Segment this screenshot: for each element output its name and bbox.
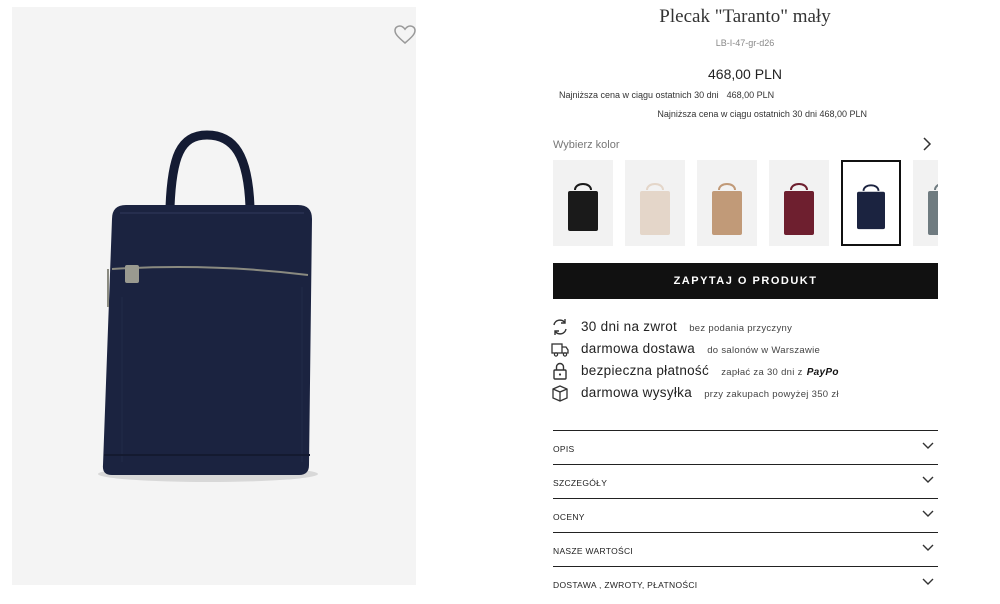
color-swatch-beige[interactable] bbox=[625, 160, 685, 246]
swatch-bag-black bbox=[568, 183, 598, 231]
accordion-ratings[interactable]: OCENY bbox=[553, 498, 938, 533]
accordion-values[interactable]: NASZE WARTOŚCI bbox=[553, 532, 938, 567]
swatch-bag-navy bbox=[857, 184, 885, 230]
accordion-details-label: SZCZEGÓŁY bbox=[553, 478, 608, 488]
box-icon bbox=[552, 385, 568, 402]
feature-returns-title: 30 dni na zwrot bbox=[581, 319, 678, 334]
accordion-ratings-label: OCENY bbox=[553, 512, 585, 522]
feature-payment-title: bezpieczna płatność bbox=[581, 363, 710, 378]
feature-payment: bezpieczna płatność zapłać za 30 dni z P… bbox=[551, 362, 941, 382]
backpack-image bbox=[98, 130, 318, 482]
return-icon bbox=[553, 319, 567, 335]
color-swatch-navy[interactable] bbox=[841, 160, 901, 246]
color-swatch-caramel[interactable] bbox=[697, 160, 757, 246]
feature-delivery-title: darmowa dostawa bbox=[581, 341, 696, 356]
swatch-bag-beige bbox=[640, 183, 670, 235]
feature-returns: 30 dni na zwrot bez podania przyczyny bbox=[551, 318, 941, 338]
accordion-description-label: OPIS bbox=[553, 444, 575, 454]
lowest-price-text: Najniższa cena w ciągu ostatnich 30 dni … bbox=[657, 109, 867, 119]
ask-about-product-button[interactable]: ZAPYTAJ O PRODUKT bbox=[553, 263, 938, 299]
swatch-bag-burgundy bbox=[784, 183, 814, 235]
lock-icon bbox=[553, 362, 567, 380]
color-swatch-grey[interactable] bbox=[913, 160, 938, 246]
swatch-bag-grey bbox=[928, 184, 938, 235]
lowest-price-note-secondary: Najniższa cena w ciągu ostatnich 30 dni … bbox=[552, 109, 938, 119]
feature-shipping: darmowa wysyłka przy zakupach powyżej 35… bbox=[551, 384, 941, 404]
product-sku: LB-I-47-gr-d26 bbox=[715, 38, 775, 48]
accordion-values-label: NASZE WARTOŚCI bbox=[553, 546, 634, 556]
color-swatch-burgundy[interactable] bbox=[769, 160, 829, 246]
lowest-price-value: 468,00 PLN bbox=[726, 90, 775, 100]
lowest-price-note: Najniższa cena w ciągu ostatnich 30 dni 4… bbox=[559, 90, 774, 100]
accordion-description[interactable]: OPIS bbox=[553, 430, 938, 465]
chevron-right-icon[interactable] bbox=[920, 136, 934, 152]
feature-delivery-sub: do salonów w Warszawie bbox=[707, 345, 821, 356]
feature-delivery: darmowa dostawa do salonów w Warszawie bbox=[551, 340, 941, 360]
accordion-details[interactable]: SZCZEGÓŁY bbox=[553, 464, 938, 499]
feature-payment-sub: zapłać za 30 dni z bbox=[721, 367, 803, 378]
product-price: 468,00 PLN bbox=[708, 66, 782, 82]
feature-shipping-title: darmowa wysyłka bbox=[581, 385, 693, 400]
heart-icon[interactable] bbox=[394, 25, 416, 45]
chevron-down-icon bbox=[922, 442, 934, 449]
chevron-down-icon bbox=[922, 578, 934, 585]
feature-shipping-sub: przy zakupach powyżej 350 zł bbox=[704, 389, 839, 400]
feature-returns-sub: bez podania przyczyny bbox=[689, 323, 793, 334]
product-image[interactable] bbox=[12, 7, 416, 585]
product-title: Plecak "Taranto" mały bbox=[659, 6, 831, 27]
truck-icon bbox=[551, 343, 569, 357]
accordion-shipping-returns[interactable]: DOSTAWA , ZWROTY, PŁATNOŚCI bbox=[553, 566, 938, 601]
chevron-down-icon bbox=[922, 510, 934, 517]
paypo-logo: PayPo bbox=[806, 367, 839, 378]
color-swatches bbox=[553, 160, 938, 248]
swatch-bag-caramel bbox=[712, 183, 742, 235]
chevron-down-icon bbox=[922, 476, 934, 483]
accordion-shipping-returns-label: DOSTAWA , ZWROTY, PŁATNOŚCI bbox=[553, 580, 698, 590]
lowest-price-label: Najniższa cena w ciągu ostatnich 30 dni bbox=[559, 90, 719, 100]
chevron-down-icon bbox=[922, 544, 934, 551]
color-swatch-black[interactable] bbox=[553, 160, 613, 246]
color-label: Wybierz kolor bbox=[553, 139, 620, 151]
